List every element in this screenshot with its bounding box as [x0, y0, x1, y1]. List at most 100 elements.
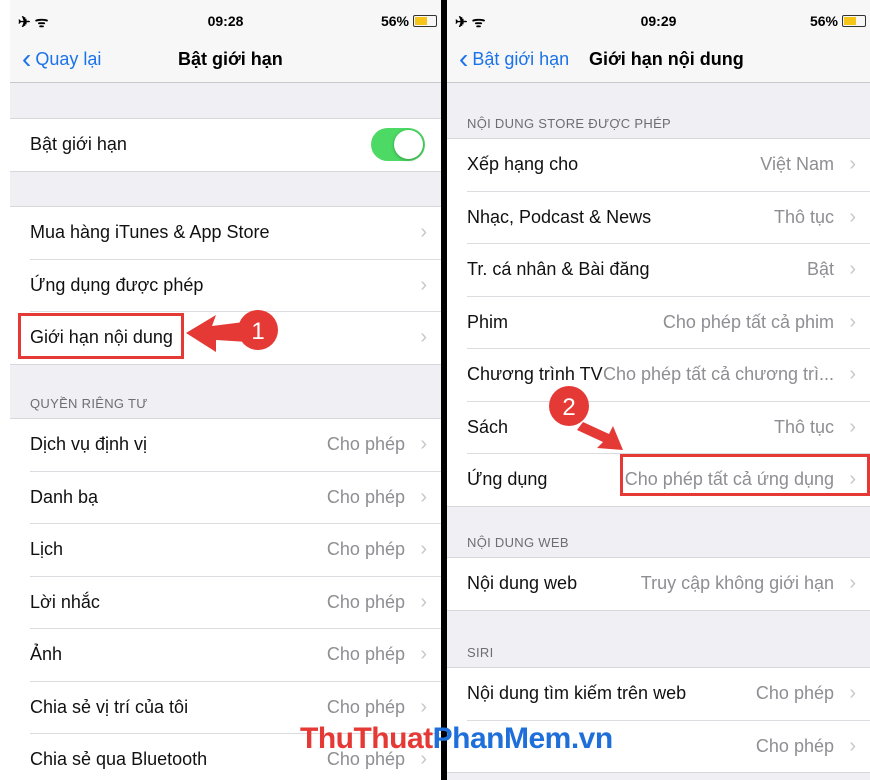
- list-item[interactable]: Nội dung web Truy cập không giới hạn ›: [467, 558, 870, 610]
- row-label: Nhạc, Podcast & News: [467, 206, 652, 227]
- chevron-right-icon: ›: [849, 572, 856, 594]
- chevron-right-icon: ›: [420, 695, 427, 718]
- row-label: Chia sẻ vị trí của tôi: [30, 696, 189, 717]
- row-label: Ảnh: [30, 644, 63, 664]
- restrictions-toggle-group: Bật giới hạn: [10, 118, 441, 172]
- siri-group: Nội dung tìm kiếm trên web Cho phép › Cho …: [447, 667, 870, 773]
- row-value: Cho phép: [326, 591, 405, 612]
- chevron-right-icon: ›: [420, 273, 427, 296]
- row-label: Mua hàng iTunes & App Store: [30, 222, 270, 242]
- chevron-right-icon: ›: [849, 682, 856, 704]
- page-title: Giới hạn nội dung: [589, 49, 744, 69]
- chevron-left-icon: ‹: [22, 43, 32, 74]
- row-label: Ứng dụng: [467, 469, 548, 489]
- chevron-right-icon: ›: [420, 433, 427, 455]
- chevron-right-icon: ›: [420, 643, 427, 665]
- chevron-right-icon: ›: [849, 205, 856, 228]
- status-time: 09:29: [640, 13, 677, 29]
- step-badge: 1: [251, 318, 264, 345]
- row-value: Truy cập không giới hạn: [640, 573, 834, 593]
- row-label: Tr. cá nhân & Bài đăng: [467, 259, 650, 279]
- battery-percent: 56%: [809, 13, 838, 29]
- list-item[interactable]: Lời nhắc Cho phép ›: [30, 577, 441, 629]
- list-item[interactable]: Chương trình TV Cho phép tất cả chương tr…: [467, 349, 870, 402]
- battery-icon: [842, 15, 866, 27]
- back-button[interactable]: ‹ Quay lại: [22, 43, 102, 74]
- row-label: Xếp hạng cho: [467, 154, 579, 174]
- row-value: Bật: [806, 259, 834, 279]
- row-label: Danh bạ: [30, 486, 99, 507]
- row-label: Chia sẻ qua Bluetooth: [30, 749, 208, 769]
- store-header: NỘI DUNG STORE ĐƯỢC PHÉP: [467, 116, 672, 131]
- row-value: Thô tục: [773, 206, 834, 227]
- row-value: Cho phép: [326, 486, 405, 507]
- store-group: Xếp hạng cho Việt Nam › Nhạc, Podcast & Ne…: [447, 138, 870, 507]
- restrictions-toggle[interactable]: [371, 128, 425, 161]
- row-label: Phim: [467, 311, 509, 332]
- page-title: Bật giới hạn: [178, 49, 283, 69]
- row-value: Cho phép tất cả phim: [662, 311, 834, 332]
- list-item[interactable]: Tr. cá nhân & Bài đăng Bật ›: [467, 244, 870, 297]
- chevron-right-icon: ›: [849, 363, 856, 385]
- web-header: NỘI DUNG WEB: [467, 535, 569, 550]
- status-bar: ✈ ᯤ 09:28 56%: [10, 0, 441, 40]
- toggle-label: Bật giới hạn: [30, 134, 127, 154]
- chevron-right-icon: ›: [420, 485, 427, 508]
- toggle-row: Bật giới hạn: [30, 119, 441, 171]
- row-label: Nội dung web: [467, 573, 578, 593]
- row-label: Ứng dụng được phép: [30, 274, 204, 295]
- highlight-box: [620, 454, 870, 496]
- row-value: Cho phép: [326, 539, 405, 559]
- list-item[interactable]: Dịch vụ định vị Cho phép ›: [30, 419, 441, 472]
- list-item[interactable]: Ảnh Cho phép ›: [30, 629, 441, 682]
- battery-percent: 56%: [380, 13, 409, 29]
- list-item[interactable]: Danh bạ Cho phép ›: [30, 472, 441, 524]
- chevron-right-icon: ›: [849, 310, 856, 333]
- list-item[interactable]: Phim Cho phép tất cả phim ›: [467, 297, 870, 349]
- status-bar: ✈ ᯤ 09:29 56%: [447, 0, 870, 40]
- web-group: Nội dung web Truy cập không giới hạn ›: [447, 557, 870, 611]
- row-value: Việt Nam: [760, 154, 834, 174]
- row-value: Cho phép: [755, 735, 834, 756]
- chevron-right-icon: ›: [849, 415, 856, 438]
- row-label: Nội dung tìm kiếm trên web: [467, 683, 687, 703]
- nav-bar: ‹ Bật giới hạn Giới hạn nội dung: [447, 40, 870, 83]
- chevron-left-icon: ‹: [459, 43, 469, 74]
- row-value: Cho phép: [326, 696, 405, 717]
- list-item[interactable]: Mua hàng iTunes & App Store ›: [30, 207, 441, 260]
- back-label: Quay lại: [35, 48, 102, 69]
- list-item[interactable]: Sách Thô tục ›: [467, 402, 870, 454]
- left-screen: ✈ ᯤ 09:28 56% ‹ Quay lại Bật giới hạn Bậ…: [10, 0, 441, 780]
- back-label: Bật giới hạn: [472, 48, 570, 69]
- chevron-right-icon: ›: [420, 590, 427, 613]
- chevron-right-icon: ›: [420, 538, 427, 560]
- row-label: Sách: [467, 416, 509, 437]
- privacy-header: QUYỀN RIÊNG TƯ: [30, 396, 148, 411]
- chevron-right-icon: ›: [420, 326, 427, 348]
- watermark: ThuThuatPhanMem.vn: [300, 722, 613, 756]
- row-value: Cho phép: [326, 434, 405, 454]
- list-item[interactable]: Nhạc, Podcast & News Thô tục ›: [467, 192, 870, 244]
- watermark-part2: PhanMem: [432, 722, 572, 755]
- status-time: 09:28: [207, 13, 244, 29]
- battery-icon: [413, 15, 437, 27]
- list-item[interactable]: Xếp hạng cho Việt Nam ›: [467, 139, 870, 192]
- siri-header: SIRI: [467, 645, 494, 660]
- chevron-right-icon: ›: [420, 221, 427, 243]
- row-value: Thô tục: [773, 416, 834, 437]
- list-item[interactable]: Lịch Cho phép ›: [30, 524, 441, 577]
- watermark-part1: ThuThuat: [300, 722, 433, 755]
- highlight-box: [18, 313, 184, 359]
- row-value: Cho phép tất cả chương trì...: [603, 364, 834, 384]
- row-label: Lịch: [30, 539, 64, 559]
- chevron-right-icon: ›: [849, 258, 856, 280]
- step-badge: 2: [562, 394, 575, 421]
- list-item[interactable]: Nội dung tìm kiếm trên web Cho phép ›: [467, 668, 870, 721]
- right-screen: ✈ ᯤ 09:29 56% ‹ Bật giới hạn Giới hạn nộ…: [447, 0, 870, 780]
- step-1-arrow-icon: 1: [186, 310, 278, 352]
- row-label: Dịch vụ định vị: [30, 434, 148, 454]
- back-button[interactable]: ‹ Bật giới hạn: [459, 43, 570, 74]
- chevron-right-icon: ›: [849, 734, 856, 757]
- chevron-right-icon: ›: [849, 153, 856, 175]
- row-value: Cho phép: [755, 683, 834, 703]
